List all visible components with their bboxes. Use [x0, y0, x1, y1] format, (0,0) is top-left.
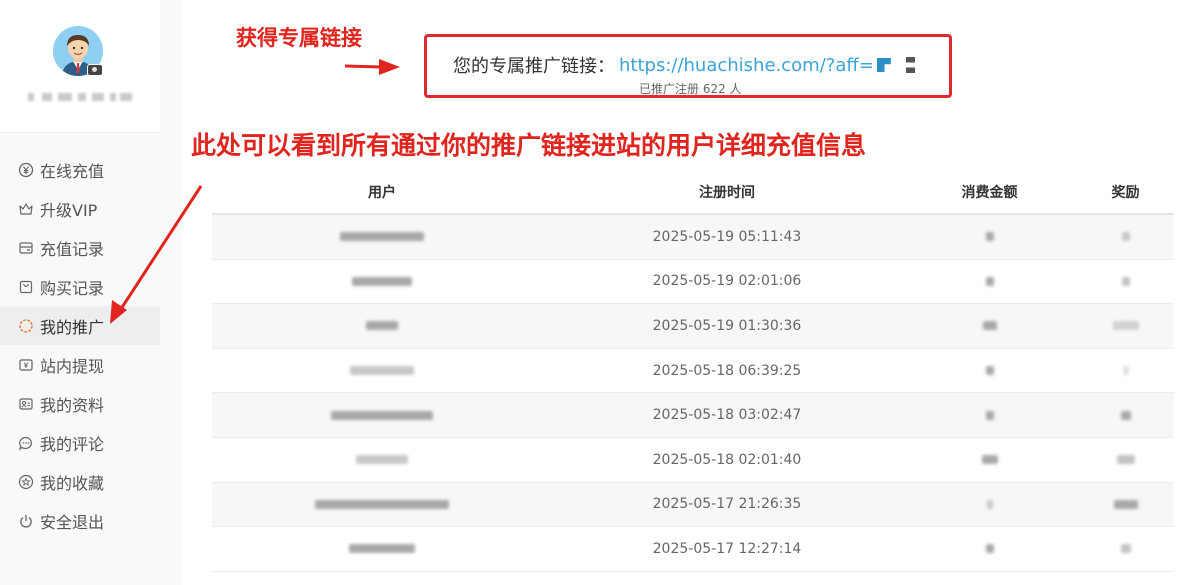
star-circle-icon [18, 474, 34, 490]
table-row: 2025-05-18 02:01:40 [212, 438, 1174, 483]
redacted-amount [985, 410, 994, 420]
camera-icon[interactable] [87, 64, 103, 76]
sidebar-item-label: 升级VIP [40, 200, 98, 220]
sidebar-item-label: 我的评论 [40, 434, 105, 454]
register-time: 2025-05-17 12:27:14 [652, 540, 802, 557]
more-options-icon[interactable] [905, 57, 915, 73]
redacted-amount [982, 321, 997, 331]
redacted-username [356, 455, 408, 465]
register-time: 2025-05-19 05:11:43 [652, 228, 802, 245]
redacted-username [331, 410, 433, 420]
redacted-amount [981, 455, 998, 465]
sidebar-item-label: 我的推广 [40, 317, 105, 337]
withdraw-icon [18, 357, 34, 373]
wallet-icon [18, 240, 34, 256]
table-row: 2025-05-18 03:02:47 [212, 393, 1174, 438]
sidebar-item-withdraw[interactable]: 站内提现 [0, 345, 160, 384]
redacted-reward [1113, 499, 1138, 509]
register-time: 2025-05-18 03:02:47 [652, 407, 802, 424]
copy-link-icon[interactable] [876, 58, 891, 72]
username-redacted [24, 90, 134, 104]
sidebar-item-my-comments[interactable]: 我的评论 [0, 423, 160, 462]
sidebar-menu: 在线充值 升级VIP 充值记录 购买记录 我的推广 站内提现 我的资料 我的评论… [0, 150, 160, 540]
redacted-username [350, 366, 414, 376]
table-row: 2025-05-17 12:27:14 [212, 527, 1174, 572]
table-row: 2025-05-17 21:26:35 [212, 482, 1174, 528]
redacted-reward [1120, 410, 1131, 420]
header-user: 用户 [368, 184, 396, 201]
redacted-amount [985, 366, 994, 376]
redacted-reward [1121, 232, 1130, 242]
table-header: 用户 注册时间 消费金额 奖励 [212, 170, 1174, 215]
sidebar-item-logout[interactable]: 安全退出 [0, 501, 160, 540]
redacted-amount [986, 499, 993, 509]
profile-card [0, 0, 160, 133]
id-card-icon [18, 396, 34, 412]
promo-link-box: 您的专属推广链接： https://huachishe.com/?aff= 已推… [424, 34, 952, 98]
redacted-username [315, 499, 449, 509]
yen-circle-icon [18, 162, 34, 178]
redacted-username [349, 544, 415, 554]
sidebar-item-upgrade-vip[interactable]: 升级VIP [0, 189, 160, 228]
redacted-amount [985, 544, 994, 554]
sidebar-item-label: 我的收藏 [40, 473, 105, 493]
shopping-bag-icon [18, 279, 34, 295]
redacted-amount [985, 232, 994, 242]
redacted-username [340, 232, 424, 242]
register-time: 2025-05-18 02:01:40 [652, 451, 802, 468]
redacted-reward [1122, 366, 1129, 376]
sidebar-item-recharge-records[interactable]: 充值记录 [0, 228, 160, 267]
annotation-get-link: 获得专属链接 [236, 26, 362, 50]
sidebar-item-label: 在线充值 [40, 161, 105, 181]
table-row: 2025-05-19 02:01:06 [212, 260, 1174, 305]
table-row: 2025-05-19 05:11:43 [212, 215, 1174, 260]
redacted-username [352, 276, 412, 286]
referral-table: 用户 注册时间 消费金额 奖励 2025-05-19 05:11:43 2025… [212, 170, 1174, 572]
table-row: 2025-05-19 01:30:36 [212, 304, 1174, 349]
sidebar-item-label: 站内提现 [40, 356, 105, 376]
register-time: 2025-05-19 01:30:36 [652, 317, 802, 334]
promo-link-row: 您的专属推广链接： https://huachishe.com/?aff= [453, 52, 915, 78]
registered-count: 已推广注册 622 人 [639, 82, 742, 96]
redacted-reward [1112, 321, 1139, 331]
sidebar-item-my-promotion[interactable]: 我的推广 [0, 306, 160, 345]
register-time: 2025-05-18 06:39:25 [652, 362, 802, 379]
redacted-reward [1116, 455, 1135, 465]
sidebar-item-label: 购买记录 [40, 278, 105, 298]
sidebar-item-recharge[interactable]: 在线充值 [0, 150, 160, 189]
header-reward: 奖励 [1111, 184, 1140, 201]
register-time: 2025-05-19 02:01:06 [652, 273, 802, 290]
header-register-time: 注册时间 [699, 184, 755, 201]
header-amount: 消费金额 [961, 184, 1018, 201]
sidebar-item-my-profile[interactable]: 我的资料 [0, 384, 160, 423]
sidebar: 在线充值 升级VIP 充值记录 购买记录 我的推广 站内提现 我的资料 我的评论… [0, 0, 182, 585]
sidebar-item-purchase-records[interactable]: 购买记录 [0, 267, 160, 306]
promo-link-label: 您的专属推广链接： [453, 56, 615, 77]
power-icon [18, 513, 34, 529]
sidebar-item-label: 我的资料 [40, 395, 105, 415]
spinner-icon [18, 318, 34, 334]
redacted-amount [985, 276, 994, 286]
redacted-reward [1121, 276, 1130, 286]
comment-icon [18, 435, 34, 451]
sidebar-item-label: 充值记录 [40, 239, 105, 259]
register-time: 2025-05-17 21:26:35 [652, 496, 802, 513]
sidebar-item-my-favorites[interactable]: 我的收藏 [0, 462, 160, 501]
promo-link-url[interactable]: https://huachishe.com/?aff= [619, 55, 874, 76]
redacted-username [366, 321, 398, 331]
redacted-reward [1120, 544, 1131, 554]
crown-icon [18, 201, 34, 217]
table-row: 2025-05-18 06:39:25 [212, 349, 1174, 394]
annotation-table-hint: 此处可以看到所有通过你的推广链接进站的用户详细充值信息 [191, 131, 867, 160]
sidebar-item-label: 安全退出 [40, 512, 105, 532]
